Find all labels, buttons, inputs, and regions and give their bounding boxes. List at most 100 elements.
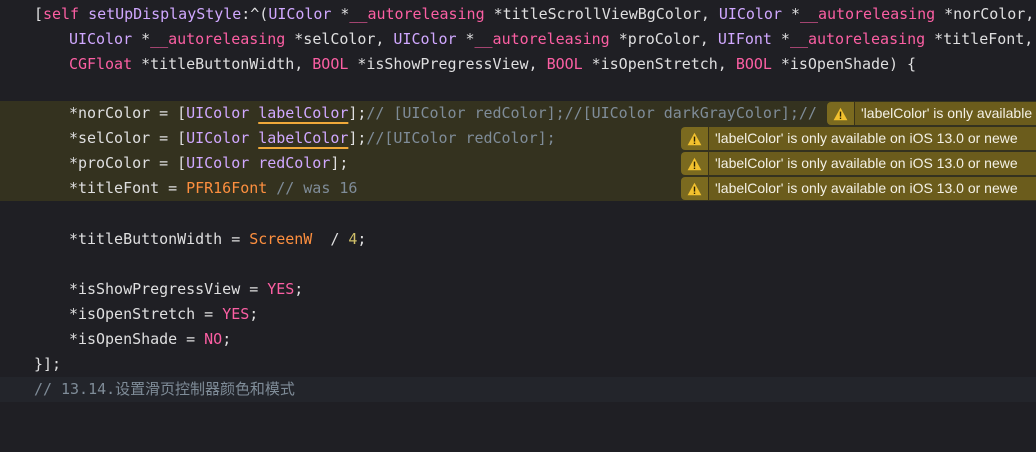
token: *selColor,: [285, 30, 394, 48]
warning-message: 'labelColor' is only available on iOS 13…: [709, 152, 1036, 175]
token-keyword: __autoreleasing: [349, 5, 485, 23]
line-1-code: [self setUpDisplayStyle:^(UIColor *__aut…: [34, 2, 1034, 27]
token: *titleButtonWidth,: [132, 55, 313, 73]
token: *titleScrollViewBgColor,: [484, 5, 719, 23]
token: ];: [348, 104, 367, 122]
token-class: UIColor: [186, 154, 250, 172]
token-keyword: self: [43, 5, 80, 23]
line-16-code: // 13.14.设置滑页控制器颜色和模式: [34, 377, 295, 402]
code-line-10[interactable]: *titleButtonWidth = ScreenW / 4;: [0, 227, 1036, 252]
warning-badge[interactable]: 'labelColor' is only available: [827, 102, 1036, 125]
warning-triangle-icon: [687, 157, 702, 170]
token-macro: ScreenW: [249, 230, 313, 248]
token: *selColor = [: [69, 129, 187, 147]
code-line-7[interactable]: *proColor = [UIColor redColor]; 'labelCo…: [0, 151, 1036, 176]
token-class: UIColor: [268, 5, 332, 23]
token: *: [456, 30, 475, 48]
warning-icon-box: [827, 102, 855, 125]
code-line-15[interactable]: }];: [0, 352, 1036, 377]
token: *norColor,: [935, 5, 1035, 23]
token-method-deprecated: labelColor: [258, 104, 349, 122]
token-class: UIColor: [393, 30, 457, 48]
code-line-16[interactable]: // 13.14.设置滑页控制器颜色和模式: [0, 377, 1036, 402]
token-keyword: CGFloat: [69, 55, 133, 73]
token-method: setUpDisplayStyle: [88, 5, 242, 23]
code-line-1[interactable]: [self setUpDisplayStyle:^(UIColor *__aut…: [0, 2, 1036, 27]
token-class: UIFont: [717, 30, 772, 48]
line-7-code: *proColor = [UIColor redColor];: [69, 151, 348, 176]
code-line-12[interactable]: *isShowPregressView = YES;: [0, 277, 1036, 302]
token-keyword: __autoreleasing: [474, 30, 610, 48]
token-keyword: YES: [267, 280, 295, 298]
code-line-14[interactable]: *isOpenShade = NO;: [0, 327, 1036, 352]
token: ];: [348, 129, 367, 147]
token: *: [771, 30, 790, 48]
token: *isOpenShade =: [69, 330, 205, 348]
code-line-3[interactable]: CGFloat *titleButtonWidth, BOOL *isShowP…: [0, 52, 1036, 77]
line-6-code: *selColor = [UIColor labelColor];//[UICo…: [69, 126, 556, 151]
token-keyword: __autoreleasing: [150, 30, 286, 48]
token: *norColor = [: [69, 104, 187, 122]
token-comment: //[UIColor redColor];: [366, 129, 556, 147]
token-comment: // 13.14.设置滑页控制器颜色和模式: [34, 380, 295, 398]
token: [: [34, 5, 44, 23]
token: *isOpenStretch =: [69, 305, 223, 323]
token: :^(: [241, 5, 269, 23]
token-keyword: NO: [204, 330, 223, 348]
line-14-code: *isOpenShade = NO;: [69, 327, 231, 352]
line-12-code: *isShowPregressView = YES;: [69, 277, 303, 302]
code-line-8[interactable]: *titleFont = PFR16Font // was 16 'labelC…: [0, 176, 1036, 201]
warning-badge[interactable]: 'labelColor' is only available on iOS 13…: [681, 152, 1036, 175]
code-editor[interactable]: [self setUpDisplayStyle:^(UIColor *__aut…: [0, 0, 1036, 404]
token-keyword: BOOL: [546, 55, 583, 73]
token: *isOpenStretch,: [582, 55, 736, 73]
token: ;: [357, 230, 367, 248]
token-method-deprecated: labelColor: [258, 129, 349, 147]
warning-icon-box: [681, 127, 709, 150]
code-line-2[interactable]: UIColor *__autoreleasing *selColor, UICo…: [0, 27, 1036, 52]
token: *titleFont =: [69, 179, 187, 197]
code-line-13[interactable]: *isOpenStretch = YES;: [0, 302, 1036, 327]
line-3-code: CGFloat *titleButtonWidth, BOOL *isShowP…: [69, 52, 916, 77]
code-line-6[interactable]: *selColor = [UIColor labelColor];//[UICo…: [0, 126, 1036, 151]
token-class: UIColor: [69, 30, 133, 48]
token: *titleButtonWidth =: [69, 230, 250, 248]
warning-message: 'labelColor' is only available: [855, 102, 1036, 125]
token-comment: // was 16: [276, 179, 358, 197]
warning-icon-box: [681, 177, 709, 200]
line-10-code: *titleButtonWidth = ScreenW / 4;: [69, 227, 366, 252]
token-class: UIColor: [186, 129, 250, 147]
token: ;: [294, 280, 304, 298]
token: *: [132, 30, 151, 48]
warning-badge[interactable]: 'labelColor' is only available on iOS 13…: [681, 177, 1036, 200]
warning-triangle-icon: [833, 107, 848, 120]
token-keyword: BOOL: [735, 55, 772, 73]
token: ];: [330, 154, 349, 172]
warning-triangle-icon: [687, 132, 702, 145]
token-macro: PFR16Font: [186, 179, 268, 197]
token-keyword: __autoreleasing: [789, 30, 926, 48]
token-keyword: __autoreleasing: [799, 5, 936, 23]
token-keyword: BOOL: [312, 55, 349, 73]
token-comment: // [UIColor redColor];//[UIColor darkGra…: [366, 104, 817, 122]
token: }];: [34, 355, 62, 373]
token: *proColor = [: [69, 154, 187, 172]
line-13-code: *isOpenStretch = YES;: [69, 302, 258, 327]
token: /: [312, 230, 349, 248]
warning-badge[interactable]: 'labelColor' is only available on iOS 13…: [681, 127, 1036, 150]
token-class: UIColor: [718, 5, 782, 23]
code-line-5[interactable]: *norColor = [UIColor labelColor];// [UIC…: [0, 101, 1036, 126]
token: *: [781, 5, 800, 23]
line-15-code: }];: [34, 352, 61, 377]
line-2-code: UIColor *__autoreleasing *selColor, UICo…: [69, 27, 1033, 52]
warning-message: 'labelColor' is only available on iOS 13…: [709, 177, 1036, 200]
token-class: UIColor: [186, 104, 250, 122]
token: *proColor,: [609, 30, 718, 48]
token: ;: [249, 305, 259, 323]
token: *titleFont,: [925, 30, 1034, 48]
token: ;: [222, 330, 232, 348]
